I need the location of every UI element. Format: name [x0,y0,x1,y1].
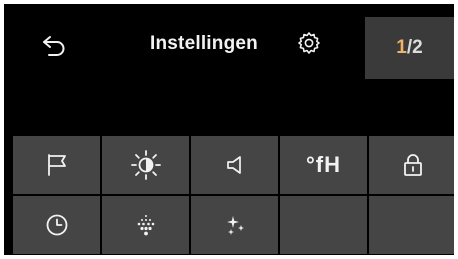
menu-item-clean[interactable] [191,196,278,254]
dots-diamond-icon [134,213,158,237]
menu-item-child-lock[interactable] [369,136,454,194]
page-title: Instellingen [150,33,258,54]
water-hardness-label: °fH [305,152,341,177]
back-arrow-icon [41,35,67,57]
menu-item-brightness[interactable] [102,136,189,194]
menu-item-descale[interactable] [102,196,189,254]
menu-item-volume[interactable] [191,136,278,194]
clock-icon [45,213,69,237]
menu-item-clock[interactable] [13,196,100,254]
back-button[interactable] [34,26,74,66]
empty-tile [280,196,367,254]
gear-icon [296,30,322,56]
settings-menu-grid: °fH [13,136,454,254]
page-total: 2 [412,37,423,58]
flag-icon [46,153,68,177]
settings-screen: Instellingen 1 / 2 °fH [4,4,454,255]
empty-tile [369,196,454,254]
brightness-icon [130,149,162,181]
page-current: 1 [396,37,407,58]
sparkle-icon [223,213,247,237]
menu-item-water-hardness[interactable]: °fH [280,136,367,194]
menu-item-language[interactable] [13,136,100,194]
speaker-icon [224,154,246,176]
lock-icon [403,153,423,177]
page-indicator[interactable]: 1 / 2 [365,17,454,79]
